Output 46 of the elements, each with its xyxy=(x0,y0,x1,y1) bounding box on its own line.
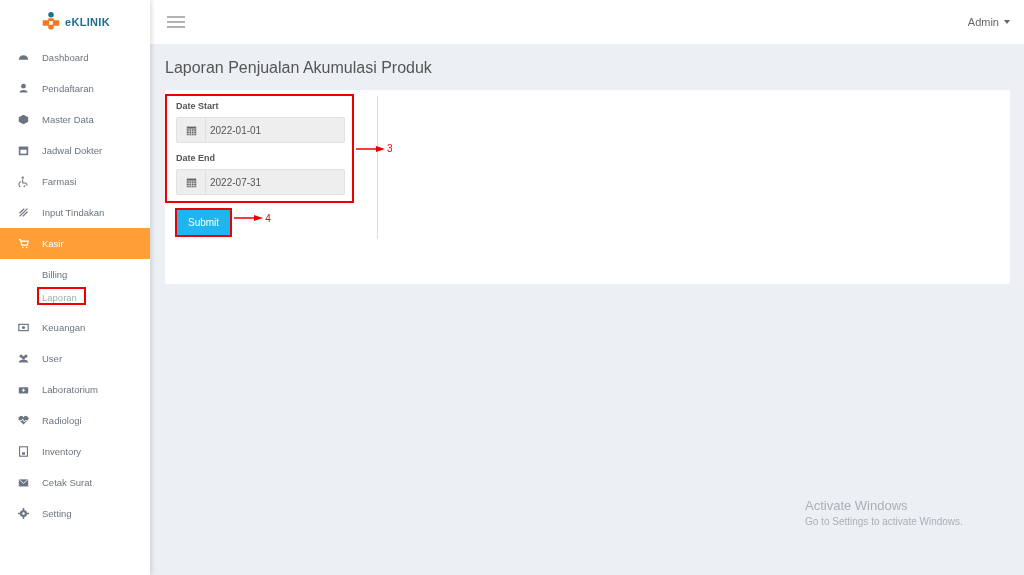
gauge-icon xyxy=(18,52,29,63)
date-field[interactable]: 2022-01-01 xyxy=(206,118,344,142)
date-input-group[interactable]: 2022-01-01 xyxy=(176,117,345,143)
field-label: Date End xyxy=(176,153,216,163)
annotation-arrow xyxy=(234,214,265,222)
sidebar-item[interactable]: Inventory xyxy=(0,436,150,467)
calendar-icon xyxy=(185,124,197,136)
callout-number: 3 xyxy=(387,143,393,154)
date-field[interactable]: 2022-07-31 xyxy=(206,170,344,194)
callout-number: 4 xyxy=(265,212,271,224)
calendar-icon xyxy=(18,145,29,156)
cart-icon xyxy=(18,238,29,249)
medkit-icon xyxy=(18,384,29,395)
heartbeat-icon xyxy=(18,415,29,426)
sidebar-item[interactable]: User xyxy=(0,343,150,374)
brand-name: eKLINIK xyxy=(65,16,110,28)
sidebar-item[interactable]: Setting xyxy=(0,498,150,529)
building-icon xyxy=(18,446,29,457)
sidebar-item[interactable]: Pendaftaran xyxy=(0,73,150,104)
user-menu[interactable]: Admin xyxy=(967,16,1010,28)
submenu-item[interactable]: Billing xyxy=(36,262,74,286)
sidebar-item[interactable]: Jadwal Dokter xyxy=(0,135,150,166)
activation-text: Go to Settings to activate Windows. xyxy=(805,516,964,527)
sidebar-item[interactable]: Keuangan xyxy=(0,312,150,343)
users-icon xyxy=(18,353,29,364)
menu-icon[interactable] xyxy=(167,16,185,28)
wheelchair-icon xyxy=(18,176,29,187)
cash-icon xyxy=(18,322,29,333)
stripes-icon xyxy=(18,207,29,218)
sidebar-item[interactable]: Cetak Surat xyxy=(0,467,150,498)
sidebar-item[interactable]: Farmasi xyxy=(0,166,150,197)
page-title: Laporan Penjualan Akumulasi Produk xyxy=(165,59,433,77)
calendar-icon xyxy=(185,176,197,188)
activation-title: Activate Windows xyxy=(805,498,909,513)
date-input-group[interactable]: 2022-07-31 xyxy=(176,169,345,195)
sidebar-item[interactable]: Input Tindakan xyxy=(0,197,150,228)
field-label: Date Start xyxy=(176,101,220,111)
person-icon xyxy=(18,83,29,94)
annotation-arrow xyxy=(356,144,386,153)
sidebar-item[interactable]: Master Data xyxy=(0,104,150,135)
sidebar-item[interactable]: Dashboard xyxy=(0,42,150,73)
envelope-icon xyxy=(18,477,29,488)
sidebar-item[interactable]: Laboratorium xyxy=(0,374,150,405)
caret-icon xyxy=(1004,20,1010,24)
cube-icon xyxy=(18,114,29,125)
sidebar-item[interactable]: Radiologi xyxy=(0,405,150,436)
